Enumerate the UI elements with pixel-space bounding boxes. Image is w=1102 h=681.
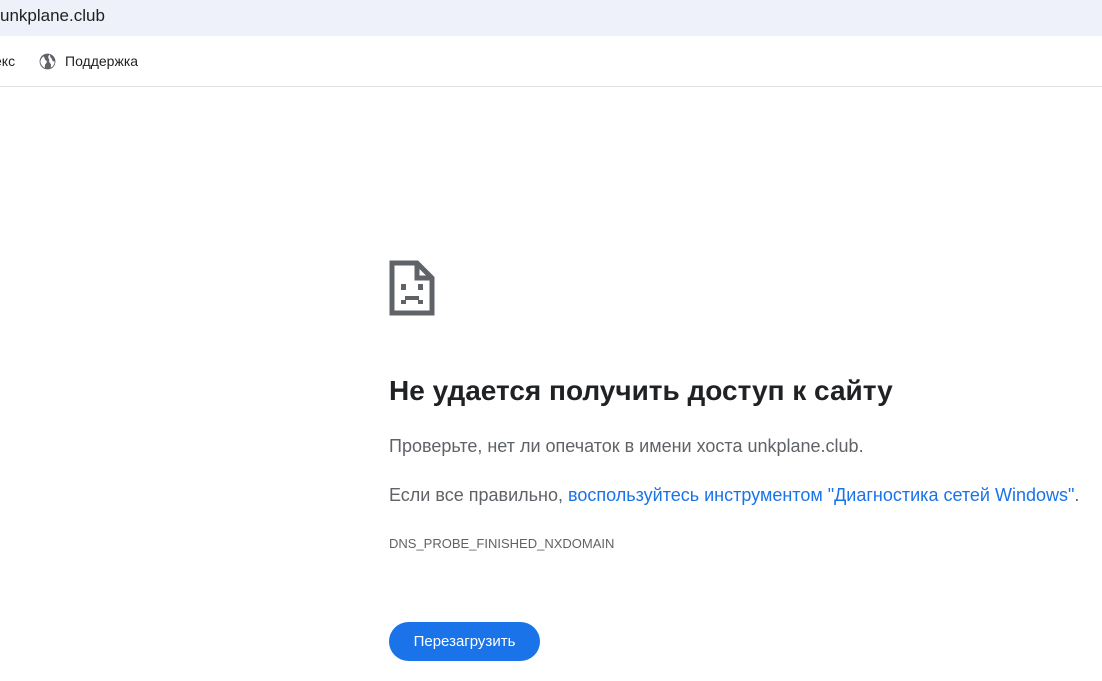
bookmark-label: Поддержка [65,53,139,69]
bookmark-support[interactable]: Поддержка [38,36,138,86]
hostname-hint: Проверьте, нет ли опечаток в имени хоста… [389,436,864,456]
error-code: DNS_PROBE_FINISHED_NXDOMAIN [389,536,615,551]
advice-prefix: Если все правильно, [389,485,568,505]
bookmarks-bar: екс Поддержка [0,36,1102,87]
url-text[interactable]: unkplane.club [0,6,105,26]
network-diagnostics-link[interactable]: воспользуйтесь инструментом "Диагностика… [568,485,1074,505]
diagnostics-advice: Если все правильно, воспользуйтесь инстр… [389,485,1079,506]
address-bar[interactable]: unkplane.club [0,0,1102,36]
bookmark-yandex[interactable]: екс [0,36,15,86]
sad-file-icon [389,260,435,316]
page-title: Не удается получить доступ к сайту [389,375,893,406]
globe-icon [39,53,56,69]
advice-suffix: . [1074,485,1080,505]
bookmark-label: екс [0,53,16,69]
reload-button[interactable]: Перезагрузить [389,622,540,661]
